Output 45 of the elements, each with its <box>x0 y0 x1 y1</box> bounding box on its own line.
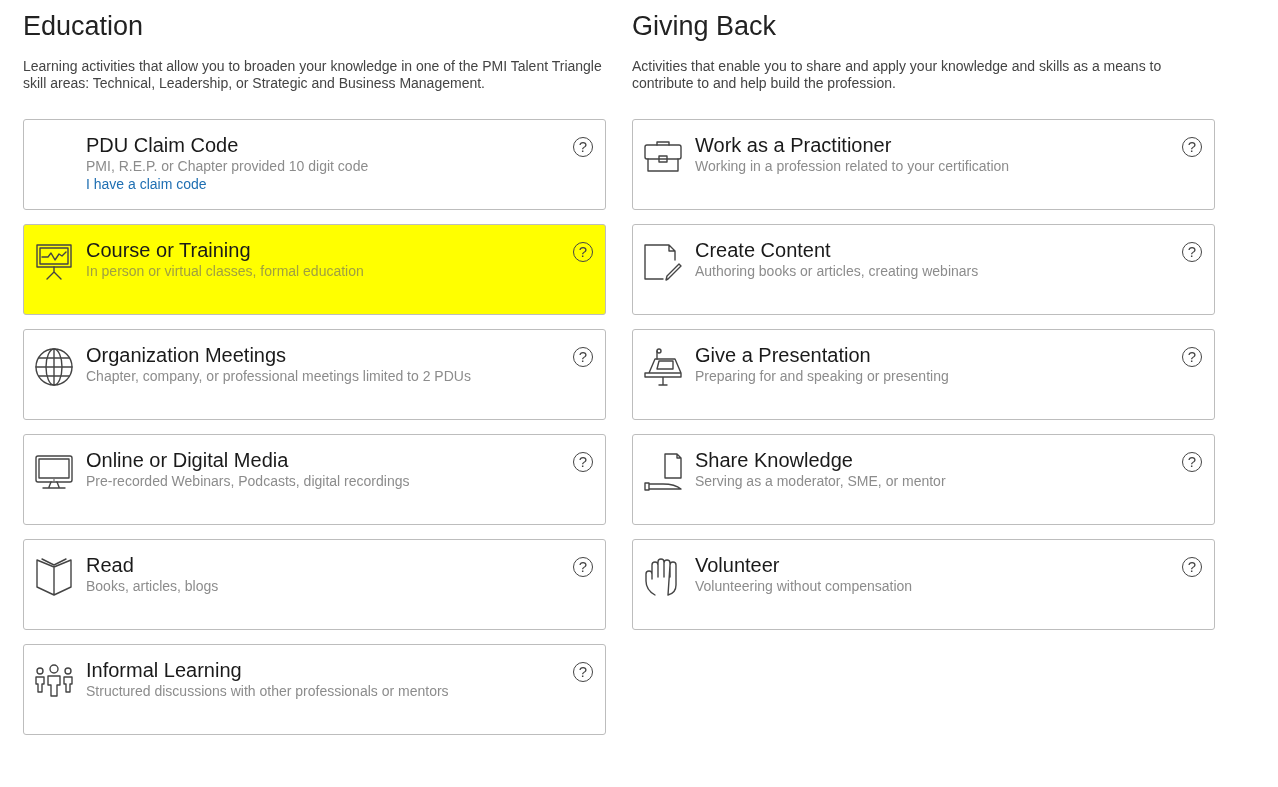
card-description: Working in a profession related to your certification <box>695 157 1010 176</box>
card-title: Read <box>86 553 134 577</box>
card-description: Authoring books or articles, creating webinars <box>695 262 979 281</box>
activity-card[interactable]: Online or Digital Media Pre-recorded Webinars, Podcasts, digital recordings ? <box>23 434 606 525</box>
card-title: PDU Claim Code <box>86 133 239 157</box>
presentation-board-icon <box>34 242 74 282</box>
section-heading: Education <box>23 10 145 43</box>
card-description: In person or virtual classes, formal education <box>86 262 364 281</box>
card-title: Course or Training <box>86 238 251 262</box>
card-description: Books, articles, blogs <box>86 577 219 596</box>
card-title: Organization Meetings <box>86 343 287 367</box>
activity-card[interactable]: Share Knowledge Serving as a moderator, SME, or mentor ? <box>632 434 1215 525</box>
podium-icon <box>643 347 683 387</box>
card-description: PMI, R.E.P. or Chapter provided 10 digit code <box>86 157 369 176</box>
activity-card[interactable]: Read Books, articles, blogs ? <box>23 539 606 630</box>
section-heading: Giving Back <box>632 10 778 43</box>
activity-card[interactable]: Volunteer Volunteering without compensation ? <box>632 539 1215 630</box>
activity-card[interactable]: Create Content Authoring books or articles, creating webinars ? <box>632 224 1215 315</box>
monitor-icon <box>34 452 74 492</box>
card-title: Online or Digital Media <box>86 448 289 472</box>
card-title: Give a Presentation <box>695 343 871 367</box>
claim-code-link[interactable]: I have a claim code <box>86 176 207 192</box>
activity-card[interactable]: Give a Presentation Preparing for and speaking or presenting ? <box>632 329 1215 420</box>
card-title: Informal Learning <box>86 658 242 682</box>
section-description: Learning activities that allow you to broaden your knowledge in one of the PMI Talent Triangle skill areas: Technical, Leadership, or Strategic and Business Management. <box>23 58 603 93</box>
highlighted-card[interactable]: Course or Training In person or virtual classes, formal education ? <box>23 224 606 315</box>
activity-card[interactable]: Organization Meetings Chapter, company, or professional meetings limited to 2 PDUs ? <box>23 329 606 420</box>
card-title: Work as a Practitioner <box>695 133 892 157</box>
card-title: Share Knowledge <box>695 448 853 472</box>
activity-card[interactable]: PDU Claim Code PMI, R.E.P. or Chapter provided 10 digit code I have a claim code ? <box>23 119 606 210</box>
section-description: Activities that enable you to share and apply your knowledge and skills as a means to contribute to and help build the profession. <box>632 58 1163 93</box>
card-title: Volunteer <box>695 553 780 577</box>
globe-icon <box>34 347 74 387</box>
card-description: Chapter, company, or professional meetings limited to 2 PDUs <box>86 367 471 386</box>
card-title: Create Content <box>695 238 831 262</box>
hand-document-icon <box>643 452 683 492</box>
document-pencil-icon <box>643 242 683 282</box>
card-description: Serving as a moderator, SME, or mentor <box>695 472 946 491</box>
activity-card[interactable]: Informal Learning Structured discussions with other professionals or mentors ? <box>23 644 606 735</box>
activity-card[interactable]: Work as a Practitioner Working in a profession related to your certification ? <box>632 119 1215 210</box>
card-description: Volunteering without compensation <box>695 577 913 596</box>
card-description: Structured discussions with other professionals or mentors <box>86 682 449 701</box>
card-description: Preparing for and speaking or presenting <box>695 367 949 386</box>
card-description: Pre-recorded Webinars, Podcasts, digital recordings <box>86 472 410 491</box>
open-book-icon <box>34 557 74 597</box>
